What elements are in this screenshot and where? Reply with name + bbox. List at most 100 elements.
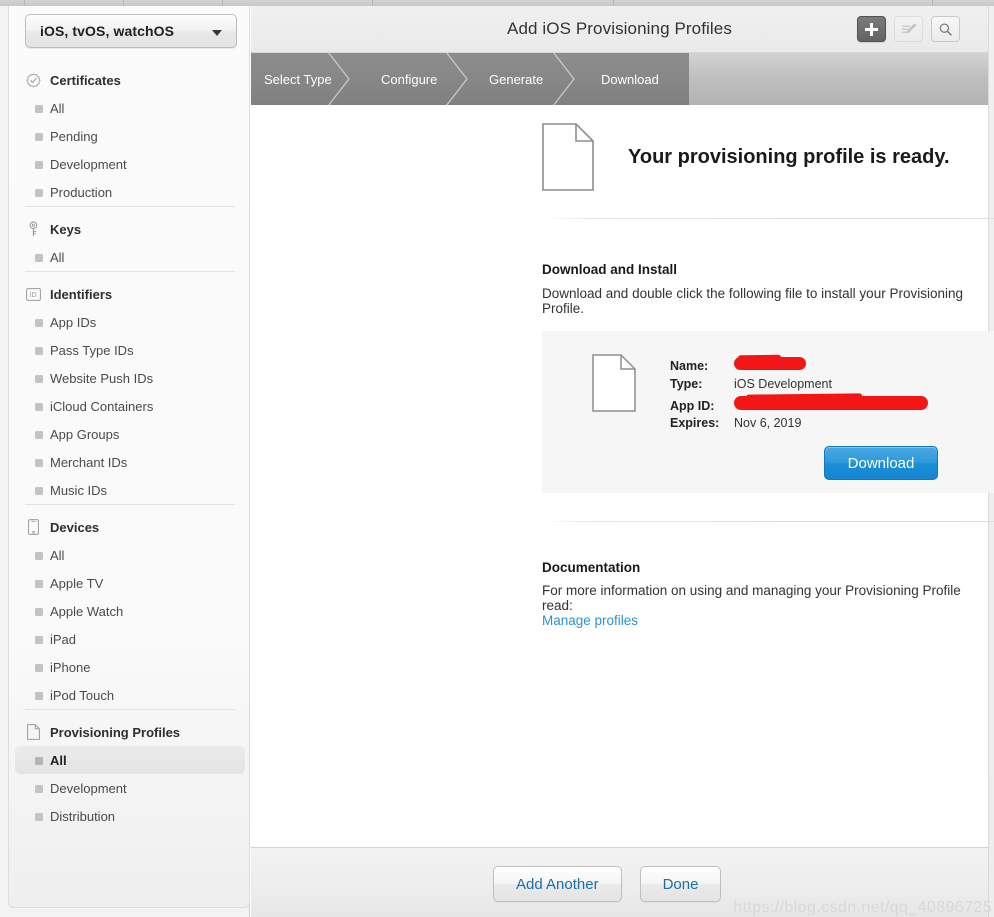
sidebar-item-label: iCloud Containers [50, 398, 154, 414]
sidebar-item-icloud-containers[interactable]: iCloud Containers [15, 392, 245, 420]
sidebar-item-distribution[interactable]: Distribution [15, 802, 245, 830]
sidebar-group-certificates: Certificates All Pending Development Product… [9, 66, 249, 206]
sidebar-item-website-push-ids[interactable]: Website Push IDs [15, 364, 245, 392]
sidebar-group-divider [25, 504, 235, 505]
sidebar-group-provisioning-profiles: Provisioning Profiles All Development Distr… [9, 709, 249, 830]
pencil-edit-icon [901, 22, 916, 33]
search-icon [939, 22, 952, 36]
platform-select-value: iOS, tvOS, watchOS [40, 23, 175, 39]
profile-field-label: Type: [670, 376, 703, 391]
bullet-icon [35, 487, 43, 495]
step-breadcrumb: Select Type Configure Generate Download [251, 53, 988, 105]
key-icon [25, 221, 41, 237]
chevron-down-icon [212, 30, 222, 36]
documentation-heading: Documentation [542, 560, 641, 575]
redacted-value [734, 396, 928, 410]
sidebar-item-all[interactable]: All [15, 746, 245, 774]
add-button[interactable] [857, 16, 886, 42]
bullet-icon [35, 105, 43, 113]
sidebar-group-header: Provisioning Profiles [9, 718, 249, 746]
profile-field-label: App ID: [670, 399, 715, 413]
edit-button[interactable] [894, 16, 923, 42]
sidebar-panel: iOS, tvOS, watchOS Certificates All Pendin… [8, 6, 250, 908]
search-button[interactable] [931, 16, 960, 42]
sidebar-item-iphone[interactable]: iPhone [15, 653, 245, 681]
sidebar-item-development[interactable]: Development [15, 774, 245, 802]
bullet-icon [35, 161, 43, 169]
platform-select[interactable]: iOS, tvOS, watchOS [25, 14, 237, 48]
step-generate[interactable]: Generate [489, 53, 543, 105]
sidebar-item-music-ids[interactable]: Music IDs [15, 476, 245, 504]
sidebar-item-all[interactable]: All [15, 243, 245, 271]
titlebar: Add iOS Provisioning Profiles [251, 6, 988, 53]
sidebar-item-label: Website Push IDs [50, 370, 154, 386]
profile-field-row: Name: [670, 357, 928, 376]
sidebar-group-title: Certificates [50, 72, 121, 88]
sidebar-item-all[interactable]: All [15, 541, 245, 569]
sidebar-item-label: Pending [50, 128, 98, 144]
sidebar-group-divider [25, 206, 235, 207]
sidebar-item-development[interactable]: Development [15, 150, 245, 178]
profile-field-row: App ID: [670, 396, 928, 415]
sidebar-item-label: All [50, 752, 67, 768]
sidebar-group-header: Keys [9, 215, 249, 243]
download-button[interactable]: Download [824, 446, 938, 480]
sidebar-item-label: iPhone [50, 659, 91, 675]
sidebar-item-label: App Groups [50, 426, 120, 442]
device-phone-icon [25, 519, 41, 535]
profile-field-label: Expires: [670, 415, 720, 430]
sidebar-group-identifiers: ID Identifiers App IDs Pass Type IDs Website… [9, 271, 249, 504]
document-icon [542, 123, 594, 191]
bullet-icon [35, 133, 43, 141]
sidebar-item-app-groups[interactable]: App Groups [15, 420, 245, 448]
identifier-id-icon: ID [25, 286, 41, 302]
hero-block: Your provisioning profile is ready. [542, 123, 950, 191]
sidebar-item-ipad[interactable]: iPad [15, 625, 245, 653]
bullet-icon [35, 254, 43, 262]
sidebar-item-ipod-touch[interactable]: iPod Touch [15, 681, 245, 709]
bullet-icon [35, 431, 43, 439]
sidebar-item-all[interactable]: All [15, 94, 245, 122]
bullet-icon [35, 459, 43, 467]
sidebar-group-header: Devices [9, 513, 249, 541]
sidebar-item-apple-tv[interactable]: Apple TV [15, 569, 245, 597]
done-button[interactable]: Done [639, 866, 722, 902]
sidebar-item-label: All [50, 547, 65, 563]
document-icon [592, 354, 636, 412]
sidebar-item-app-ids[interactable]: App IDs [15, 308, 245, 336]
bullet-icon [35, 403, 43, 411]
add-another-button[interactable]: Add Another [493, 866, 622, 902]
sidebar-group-devices: Devices All Apple TV Apple Watch iPad iPhone i… [9, 504, 249, 709]
sidebar-item-label: App IDs [50, 314, 97, 330]
profile-field-value: iOS Development [734, 376, 832, 391]
manage-profiles-link[interactable]: Manage profiles [542, 613, 638, 628]
footer-bar: Add Another Done [251, 847, 988, 917]
step-configure[interactable]: Configure [381, 53, 437, 105]
sidebar-item-label: All [50, 100, 65, 116]
profile-field-value: Nov 6, 2019 [734, 415, 802, 430]
app-window: iOS, tvOS, watchOS Certificates All Pendin… [0, 0, 994, 917]
bullet-icon [35, 636, 43, 644]
step-select-type[interactable]: Select Type [264, 53, 332, 105]
sidebar-item-label: Production [50, 184, 113, 200]
sidebar-item-label: Merchant IDs [50, 454, 128, 470]
sidebar-item-label: Apple TV [50, 575, 104, 591]
sidebar-item-pass-type-ids[interactable]: Pass Type IDs [15, 336, 245, 364]
bullet-icon [35, 813, 43, 821]
step-download[interactable]: Download [601, 53, 659, 105]
sidebar-item-apple-watch[interactable]: Apple Watch [15, 597, 245, 625]
footer-buttons: Add Another Done [493, 866, 722, 902]
profile-fields: Name: Type: iOS Development App ID: Expires:… [670, 357, 928, 435]
profile-field-row: Type: iOS Development [670, 377, 928, 396]
sidebar-item-pending[interactable]: Pending [15, 122, 245, 150]
divider-bottom [542, 521, 994, 522]
bullet-icon [35, 347, 43, 355]
redacted-value [734, 357, 806, 370]
sidebar-item-label: Development [50, 156, 127, 172]
hero-title: Your provisioning profile is ready. [628, 145, 950, 168]
sidebar-item-merchant-ids[interactable]: Merchant IDs [15, 448, 245, 476]
sidebar-item-label: Development [50, 780, 127, 796]
profile-field-label: Name: [670, 359, 709, 373]
sidebar-item-production[interactable]: Production [15, 178, 245, 206]
divider-top [542, 218, 994, 219]
